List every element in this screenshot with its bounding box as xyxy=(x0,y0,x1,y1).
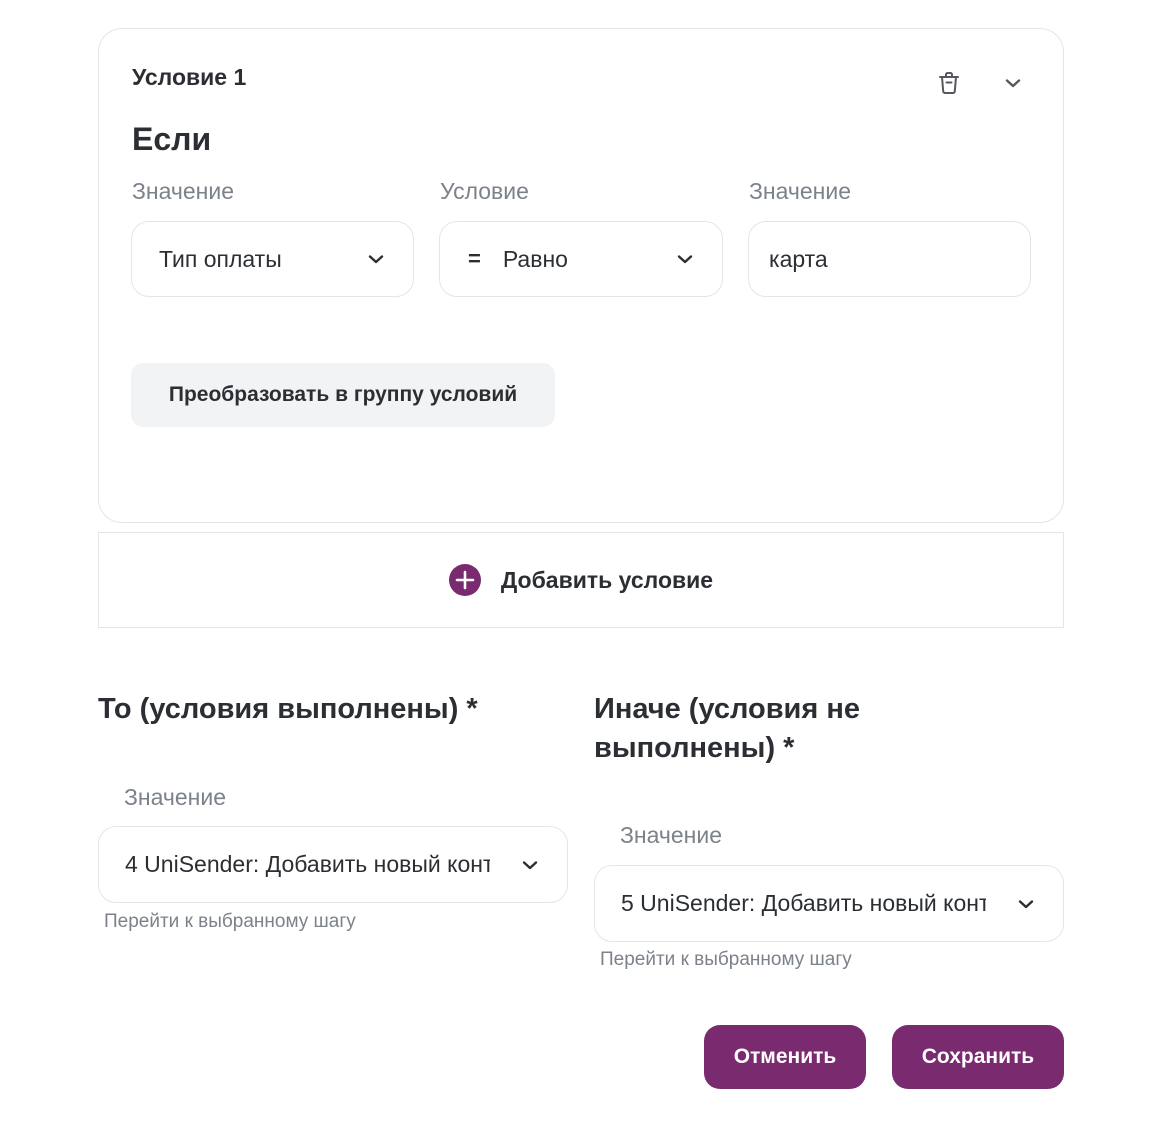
add-condition-label: Добавить условие xyxy=(500,566,714,593)
collapse-condition-button[interactable] xyxy=(995,65,1031,101)
else-branch-title: Иначе (условия не выполнены) * xyxy=(594,693,861,764)
else-step-value: 5 UniSender: Добавить новый контакт xyxy=(621,890,986,916)
convert-to-group-button[interactable]: Преобразовать в группу условий xyxy=(131,363,555,427)
field-select[interactable]: Тип оплаты xyxy=(131,221,414,297)
value-input-text: карта xyxy=(769,245,828,272)
cancel-button[interactable]: Отменить xyxy=(704,1025,866,1089)
then-step-value: 4 UniSender: Добавить новый контакт xyxy=(125,851,490,877)
else-field-label: Значение xyxy=(620,822,722,848)
operator-select-value: Равно xyxy=(502,245,568,272)
value-input[interactable]: карта xyxy=(748,221,1031,297)
equals-icon: = xyxy=(468,246,481,271)
else-step-select[interactable]: 5 UniSender: Добавить новый контакт xyxy=(594,865,1064,942)
then-hint: Перейти к выбранному шагу xyxy=(104,911,356,932)
then-step-select[interactable]: 4 UniSender: Добавить новый контакт xyxy=(98,826,568,903)
field-select-value: Тип оплаты xyxy=(159,245,282,272)
save-button[interactable]: Сохранить xyxy=(892,1025,1064,1089)
else-hint: Перейти к выбранному шагу xyxy=(600,949,852,970)
then-branch-title: То (условия выполнены) * xyxy=(98,693,478,725)
chevron-down-icon xyxy=(367,253,385,265)
chevron-down-icon xyxy=(521,859,539,871)
chevron-down-icon xyxy=(1017,898,1035,910)
field-label: Значение xyxy=(132,178,234,204)
chevron-down-icon xyxy=(1005,79,1021,88)
condition-title: Условие 1 xyxy=(132,64,247,90)
trash-icon xyxy=(939,72,959,94)
add-condition-button[interactable]: Добавить условие xyxy=(98,532,1064,628)
condition-card: Условие 1 Если Значение Условие Значение… xyxy=(98,28,1064,523)
plus-circle-icon xyxy=(448,564,481,596)
operator-label: Условие xyxy=(440,178,529,204)
value-label: Значение xyxy=(749,178,851,204)
operator-select[interactable]: = Равно xyxy=(439,221,723,297)
delete-condition-button[interactable] xyxy=(931,65,967,101)
if-heading: Если xyxy=(132,121,212,157)
then-field-label: Значение xyxy=(124,784,226,810)
chevron-down-icon xyxy=(676,253,694,265)
